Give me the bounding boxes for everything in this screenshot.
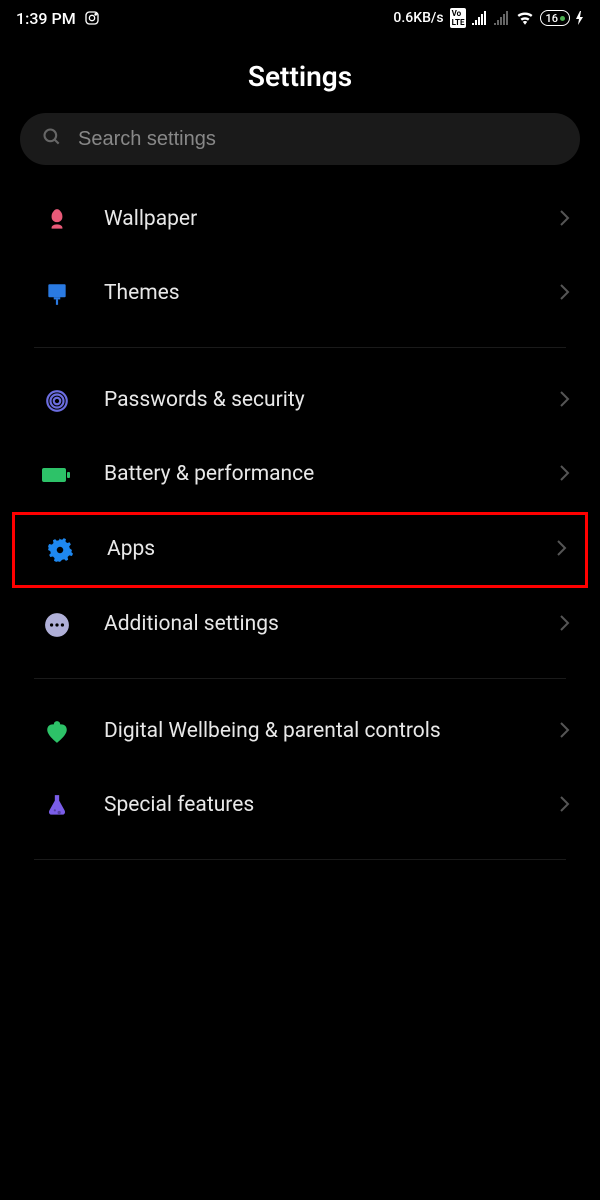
- chevron-right-icon: [560, 284, 570, 304]
- divider: [34, 678, 566, 679]
- settings-item-label: Apps: [107, 536, 525, 563]
- battery-icon: [42, 460, 72, 490]
- chevron-right-icon: [560, 465, 570, 485]
- chevron-right-icon: [560, 615, 570, 635]
- flask-icon: [42, 791, 72, 821]
- settings-item-label: Special features: [104, 792, 528, 819]
- chevron-right-icon: [560, 796, 570, 816]
- search-bar[interactable]: [20, 113, 580, 165]
- settings-item-special-features[interactable]: Special features: [0, 769, 600, 843]
- settings-item-label: Additional settings: [104, 611, 528, 638]
- instagram-icon: [84, 10, 100, 26]
- settings-item-apps[interactable]: Apps: [12, 512, 588, 588]
- status-data-rate: 0.6KB/s: [393, 10, 443, 26]
- chevron-right-icon: [557, 540, 567, 560]
- chevron-right-icon: [560, 391, 570, 411]
- settings-item-label: Battery & performance: [104, 461, 528, 488]
- volte-badge: VoLTE: [450, 8, 467, 28]
- settings-item-label: Passwords & security: [104, 387, 528, 414]
- divider: [34, 859, 566, 860]
- search-input[interactable]: [78, 128, 558, 151]
- gear-icon: [45, 535, 75, 565]
- settings-item-label: Digital Wellbeing & parental controls: [104, 718, 528, 745]
- chevron-right-icon: [560, 210, 570, 230]
- settings-item-passwords-security[interactable]: Passwords & security: [0, 364, 600, 438]
- more-icon: [42, 610, 72, 640]
- heart-icon: [42, 717, 72, 747]
- settings-item-additional-settings[interactable]: Additional settings: [0, 588, 600, 662]
- settings-item-label: Wallpaper: [104, 206, 528, 233]
- status-bar: 1:39 PM 0.6KB/s VoLTE 16: [0, 0, 600, 36]
- search-icon: [42, 127, 62, 151]
- chevron-right-icon: [560, 722, 570, 742]
- battery-indicator: 16: [540, 10, 570, 26]
- wifi-icon: [516, 11, 534, 25]
- signal-icon-1: [472, 11, 488, 25]
- page-title: Settings: [0, 36, 600, 113]
- settings-item-digital-wellbeing[interactable]: Digital Wellbeing & parental controls: [0, 695, 600, 769]
- divider: [34, 347, 566, 348]
- wallpaper-icon: [42, 205, 72, 235]
- settings-list: Wallpaper Themes Passwords & security Ba…: [0, 183, 600, 860]
- charging-icon: [576, 11, 584, 25]
- signal-icon-2: [494, 11, 510, 25]
- settings-item-label: Themes: [104, 280, 528, 307]
- themes-icon: [42, 279, 72, 309]
- fingerprint-icon: [42, 386, 72, 416]
- settings-item-themes[interactable]: Themes: [0, 257, 600, 331]
- settings-item-battery-performance[interactable]: Battery & performance: [0, 438, 600, 512]
- settings-item-wallpaper[interactable]: Wallpaper: [0, 183, 600, 257]
- status-time: 1:39 PM: [16, 9, 76, 28]
